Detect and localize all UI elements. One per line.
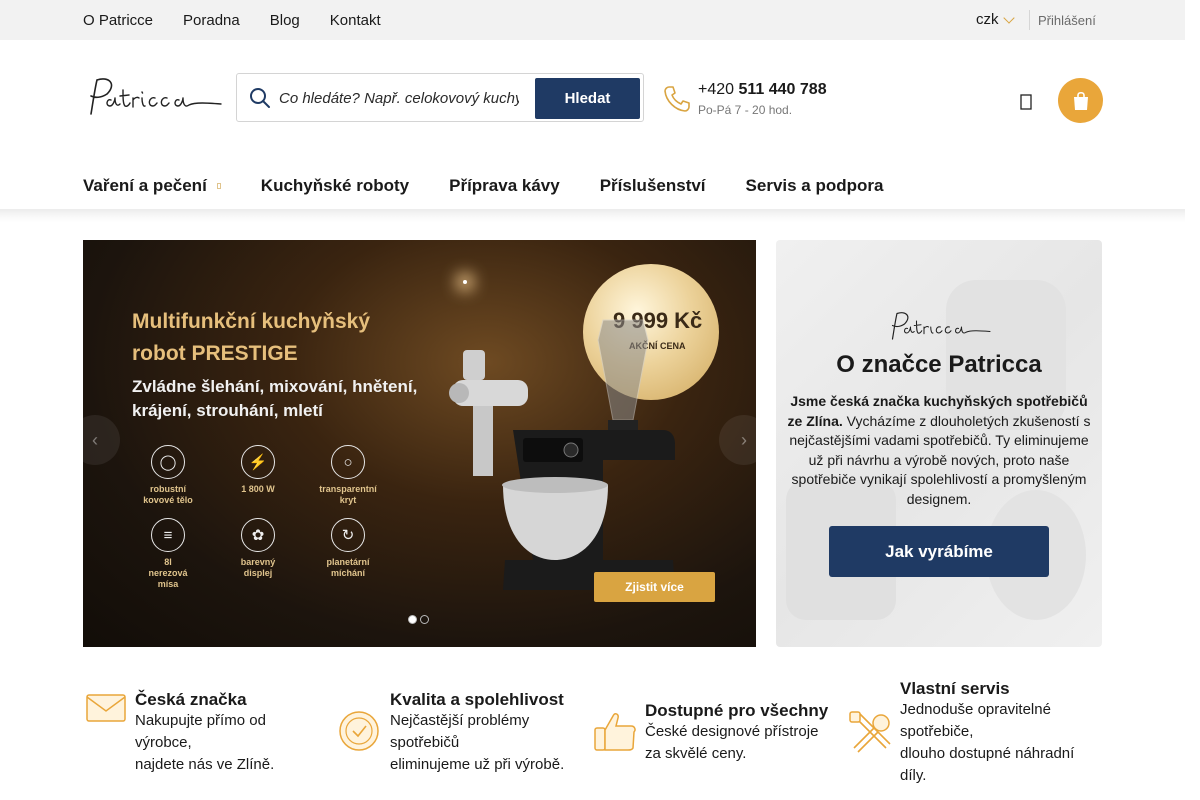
nav-item-servis[interactable]: Servis a podpora: [746, 176, 884, 196]
nav-shadow: [0, 209, 1185, 223]
measure-icon: ≡: [151, 518, 185, 552]
usp-text: Nejčastější problémy spotřebičů eliminujem…: [390, 712, 565, 773]
banner-subtitle-line: Zvládne šlehání, mixování, hnětení,: [132, 377, 418, 396]
dropdown-indicator-icon: [216, 183, 221, 189]
about-heading: O značce Patricca: [836, 351, 1042, 378]
usp-text: České designové přístroje za skvělé ceny.: [645, 723, 819, 762]
palette-icon: ✿: [241, 518, 275, 552]
feature-item: ≡ 8l nerezová mísa: [123, 518, 213, 590]
banner-cta-button[interactable]: Zjistit více: [594, 572, 715, 602]
shopping-bag-icon: [1073, 91, 1088, 110]
usp-item: Česká značka Nakupujte přímo od výrobce, n…: [83, 680, 323, 790]
top-link-poradna[interactable]: Poradna: [183, 12, 240, 29]
feature-item: ↻ planetární míchání: [303, 518, 393, 590]
feature-label: barevný displej: [240, 557, 276, 578]
plug-icon: ⚡: [241, 445, 275, 479]
hero-banner[interactable]: Multifunkční kuchyňský robot PRESTIGE Zv…: [83, 240, 756, 647]
usp-title: Kvalita a spolehlivost: [390, 690, 564, 709]
top-link-kontakt[interactable]: Kontakt: [330, 12, 381, 29]
main-nav: Vaření a pečení Kuchyňské roboty Příprav…: [83, 176, 883, 196]
feature-label: 8l nerezová mísa: [148, 557, 188, 589]
slider-dot[interactable]: [420, 615, 429, 624]
rotate-icon: ↻: [331, 518, 365, 552]
how-we-make-button[interactable]: Jak vyrábíme: [829, 526, 1049, 577]
envelope-icon: [86, 694, 126, 722]
chevron-down-icon: [1002, 11, 1015, 24]
nav-item-label: Vaření a pečení: [83, 176, 207, 195]
feature-grid: ◯ robustní kovové tělo ⚡ 1 800 W ○ transp…: [123, 445, 393, 590]
feature-item: ✿ barevný displej: [213, 518, 303, 590]
usp-item: Dostupné pro všechny České designové pří…: [593, 680, 838, 790]
top-bar: O Patricce Poradna Blog Kontakt czk Přih…: [0, 0, 1185, 40]
bowl-icon: ◯: [151, 445, 185, 479]
slider-dot[interactable]: [408, 615, 417, 624]
banner-prev-button[interactable]: ‹: [83, 415, 120, 465]
phone-hours: Po-Pá 7 - 20 hod.: [698, 103, 793, 117]
tools-icon: [849, 711, 891, 753]
user-icon[interactable]: [1020, 94, 1032, 110]
usp-item: Vlastní servis Jednoduše opravitelné spot…: [848, 679, 1098, 790]
usp-text: Nakupujte přímo od výrobce, najdete nás ve…: [135, 712, 275, 773]
phone-prefix: +420: [698, 81, 735, 98]
feature-label: 1 800 W: [241, 484, 275, 494]
feature-label: transparentní kryt: [319, 484, 377, 505]
search-box: Hledat: [236, 73, 644, 122]
currency-selector[interactable]: czk: [976, 11, 1015, 28]
banner-title: Multifunkční kuchyňský robot PRESTIGE: [132, 306, 462, 370]
feature-item: ○ transparentní kryt: [303, 445, 393, 506]
nav-item-label: Servis a podpora: [745, 176, 884, 195]
banner-next-button[interactable]: ›: [719, 415, 756, 465]
nav-item-prislusenstvi[interactable]: Příslušenství: [600, 176, 706, 196]
phone-digits: 511 440 788: [738, 81, 827, 98]
top-link-o-patricce[interactable]: O Patricce: [83, 12, 153, 29]
usp-title: Vlastní servis: [900, 679, 1010, 698]
nav-item-label: Příprava kávy: [449, 176, 560, 195]
nav-item-roboty[interactable]: Kuchyňské roboty: [261, 176, 409, 196]
patricca-logo: [891, 312, 991, 340]
banner-title-line: Multifunkční kuchyňský: [132, 310, 371, 333]
usp-item: Kvalita a spolehlivost Nejčastější probl…: [338, 680, 578, 790]
divider: [1029, 10, 1030, 30]
currency-label: czk: [976, 11, 999, 28]
check-circle-icon: [339, 711, 379, 751]
search-icon: [250, 88, 270, 108]
slider-dots: [408, 615, 429, 624]
chevron-right-icon: ›: [741, 429, 747, 450]
feature-label: planetární míchání: [326, 557, 370, 578]
search-button[interactable]: Hledat: [535, 78, 640, 119]
patricca-logo[interactable]: [83, 74, 223, 122]
about-text: Jsme česká značka kuchyňských spotřebičů…: [786, 392, 1092, 509]
usp-text: Jednoduše opravitelné spotřebiče, dlouho d…: [900, 701, 1075, 784]
search-input[interactable]: [279, 86, 519, 110]
about-panel: O značce Patricca Jsme česká značka kuch…: [776, 240, 1102, 647]
top-link-blog[interactable]: Blog: [270, 12, 300, 29]
top-links: O Patricce Poradna Blog Kontakt: [83, 0, 381, 40]
usp-title: Dostupné pro všechny: [645, 701, 829, 720]
phone-icon: [664, 86, 690, 112]
sparkle-icon: [463, 280, 467, 284]
nav-item-kava[interactable]: Příprava kávy: [449, 176, 560, 196]
nav-item-label: Příslušenství: [599, 176, 706, 195]
nav-item-label: Kuchyňské roboty: [260, 176, 410, 195]
thumbs-up-icon: [594, 713, 636, 751]
banner-title-line: robot PRESTIGE: [132, 342, 298, 365]
phone-number[interactable]: +420 511 440 788: [698, 81, 827, 99]
chevron-left-icon: ‹: [92, 429, 98, 450]
feature-label: robustní kovové tělo: [143, 484, 193, 505]
feature-item: ◯ robustní kovové tělo: [123, 445, 213, 506]
cart-button[interactable]: [1058, 78, 1103, 123]
usp-title: Česká značka: [135, 690, 247, 709]
kitchen-robot-image: [449, 319, 675, 590]
nav-item-vareni[interactable]: Vaření a pečení: [83, 176, 221, 196]
login-link[interactable]: Přihlášení: [1038, 13, 1096, 28]
feature-item: ⚡ 1 800 W: [213, 445, 303, 506]
banner-subtitle-line: krájení, strouhání, mletí: [132, 401, 323, 420]
banner-subtitle: Zvládne šlehání, mixování, hnětení, kráj…: [132, 375, 472, 423]
lid-icon: ○: [331, 445, 365, 479]
